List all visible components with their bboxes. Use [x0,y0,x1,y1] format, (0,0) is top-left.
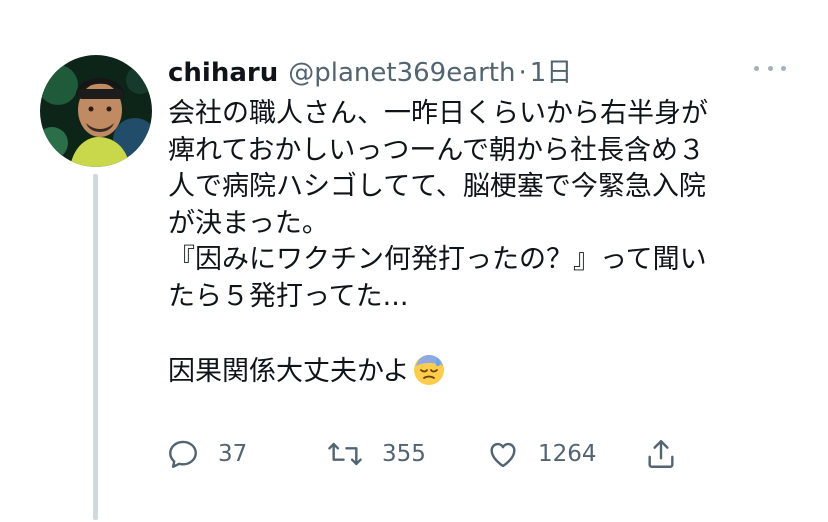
tweet-text: 会社の職人さん、一昨日くらいから右半身が 痺れておかしいっつーんで朝から社長含め… [168,96,788,388]
reply-button[interactable]: 37 [166,434,247,474]
header-separator: · [518,58,527,88]
tweet-line-last: 因果関係大丈夫かよ [168,352,788,389]
like-button[interactable]: 1264 [486,434,597,474]
retweet-icon [328,442,362,466]
like-count: 1264 [538,441,597,467]
tweet-line: 痺れておかしいっつーんで朝から社長含め３ [168,134,706,166]
action-bar: 37 355 1264 [166,434,686,474]
downcast-face-with-sweat-emoji [412,352,446,397]
tweet-line: が決まった。 [168,207,329,239]
display-name[interactable]: chiharu [168,58,278,88]
share-icon [648,440,674,468]
tweet-line: たら５発打ってた... [168,280,409,312]
timestamp[interactable]: 1日 [530,52,573,89]
heart-icon [490,442,516,468]
tweet-line: 人で病院ハシゴしてて、脳梗塞で今緊急入院 [168,171,706,202]
tweet-line: 会社の職人さん、一昨日くらいから右半身が [168,98,708,129]
avatar[interactable] [40,55,152,167]
user-handle[interactable]: @planet369earth [288,58,515,88]
retweet-count: 355 [382,441,426,467]
tweet-line-text: 因果関係大丈夫かよ [168,355,410,387]
tweet-header: chiharu @planet369earth · 1日 [168,52,572,88]
retweet-button[interactable]: 355 [326,434,426,474]
share-button[interactable] [644,434,678,474]
thread-line [93,174,98,520]
more-options-icon[interactable] [754,58,786,78]
tweet-line: 『因みにワクチン何発打ったの？』って聞い [168,244,707,275]
reply-count: 37 [218,441,248,467]
reply-icon [169,440,197,468]
